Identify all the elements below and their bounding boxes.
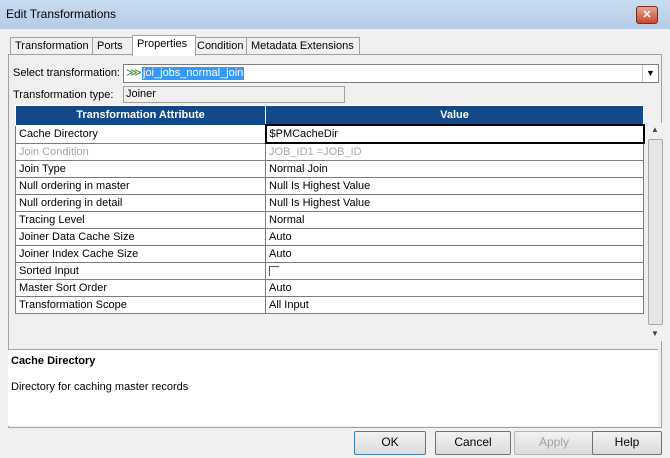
value-cell[interactable]: Auto [265, 228, 644, 246]
properties-grid: Transformation Attribute Value Cache Dir… [15, 105, 649, 314]
select-transformation-label: Select transformation: [13, 67, 120, 79]
tab-transformation[interactable]: Transformation [10, 37, 96, 55]
tab-ports[interactable]: Ports [92, 37, 134, 55]
table-row[interactable]: Tracing Level Normal [15, 211, 644, 229]
tab-properties[interactable]: Properties [132, 35, 196, 56]
transformation-type-field: Joiner [123, 86, 345, 103]
scroll-down-icon[interactable]: ▼ [647, 327, 663, 341]
dialog-title: Edit Transformations [6, 7, 117, 21]
value-column-header[interactable]: Value [265, 105, 644, 126]
attribute-cell[interactable]: Null ordering in detail [15, 194, 266, 212]
description-text: Directory for caching master records [11, 381, 189, 393]
attribute-cell[interactable]: Null ordering in master [15, 177, 266, 195]
attribute-cell[interactable]: Sorted Input [15, 262, 266, 280]
attribute-cell[interactable]: Join Condition [15, 142, 266, 161]
tab-metadata-extensions[interactable]: Metadata Extensions [246, 37, 360, 55]
value-cell[interactable]: Null Is Highest Value [265, 177, 644, 195]
ok-button[interactable]: OK [354, 431, 426, 455]
value-cell[interactable]: $PMCacheDir [264, 124, 645, 144]
description-panel: Cache Directory Directory for caching ma… [8, 349, 658, 426]
attribute-cell[interactable]: Master Sort Order [15, 279, 266, 297]
apply-button[interactable]: Apply [514, 431, 594, 455]
attribute-cell[interactable]: Joiner Data Cache Size [15, 228, 266, 246]
value-cell[interactable]: Normal [265, 211, 644, 229]
transformation-type-label: Transformation type: [13, 89, 114, 101]
chevron-down-icon[interactable]: ▼ [642, 65, 658, 82]
attribute-cell[interactable]: Tracing Level [15, 211, 266, 229]
tab-condition[interactable]: Condition [192, 37, 248, 55]
scroll-up-icon[interactable]: ▲ [647, 123, 663, 137]
grid-header-row: Transformation Attribute Value [15, 105, 644, 126]
value-cell[interactable]: Auto [265, 279, 644, 297]
table-row[interactable]: Join Condition JOB_ID1 =JOB_ID [15, 142, 644, 161]
attribute-cell[interactable]: Cache Directory [15, 124, 266, 144]
sorted-input-checkbox[interactable] [269, 266, 279, 276]
scrollbar-thumb[interactable] [648, 139, 663, 325]
select-transformation-dropdown[interactable]: ⋙ joi_jobs_normal_join ▼ [123, 64, 659, 83]
value-cell[interactable]: JOB_ID1 =JOB_ID [265, 142, 644, 161]
cancel-button[interactable]: Cancel [435, 431, 511, 455]
description-heading: Cache Directory [11, 355, 96, 367]
title-bar[interactable]: Edit Transformations ✕ [0, 0, 670, 29]
table-row[interactable]: Cache Directory $PMCacheDir [15, 124, 645, 144]
value-cell[interactable]: Normal Join [265, 160, 644, 178]
value-cell[interactable]: All Input [265, 296, 644, 314]
help-button[interactable]: Help [592, 431, 662, 455]
table-row[interactable]: Joiner Data Cache Size Auto [15, 228, 644, 246]
table-row[interactable]: Null ordering in master Null Is Highest … [15, 177, 644, 195]
select-transformation-value: joi_jobs_normal_join [142, 67, 245, 80]
table-row[interactable]: Master Sort Order Auto [15, 279, 644, 297]
attribute-cell[interactable]: Join Type [15, 160, 266, 178]
dialog-client: Transformation Ports Properties Conditio… [6, 29, 664, 458]
table-row[interactable]: Join Type Normal Join [15, 160, 644, 178]
table-row[interactable]: Sorted Input [15, 262, 644, 280]
attribute-column-header[interactable]: Transformation Attribute [15, 105, 266, 126]
value-cell[interactable]: Null Is Highest Value [265, 194, 644, 212]
edit-transformations-dialog: Edit Transformations ✕ Transformation Po… [0, 0, 670, 458]
join-transform-icon: ⋙ [126, 67, 142, 79]
attribute-cell[interactable]: Joiner Index Cache Size [15, 245, 266, 263]
value-cell[interactable] [265, 262, 644, 280]
table-row[interactable]: Joiner Index Cache Size Auto [15, 245, 644, 263]
close-button[interactable]: ✕ [636, 6, 658, 24]
table-row[interactable]: Null ordering in detail Null Is Highest … [15, 194, 644, 212]
attribute-cell[interactable]: Transformation Scope [15, 296, 266, 314]
table-row[interactable]: Transformation Scope All Input [15, 296, 644, 314]
value-cell[interactable]: Auto [265, 245, 644, 263]
grid-vertical-scrollbar[interactable]: ▲ ▼ [647, 123, 663, 341]
